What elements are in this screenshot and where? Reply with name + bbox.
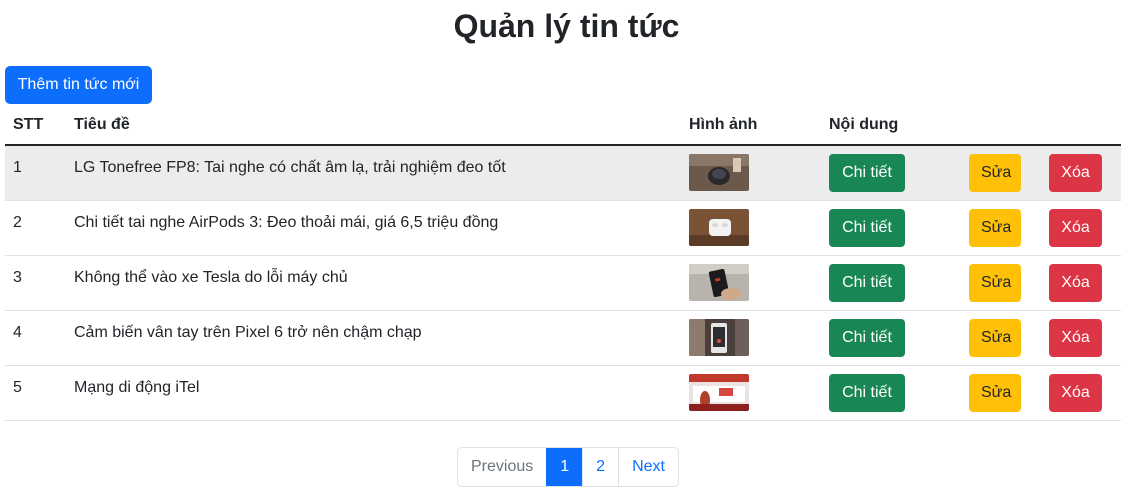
table-row: 4 Cảm biến vân tay trên Pixel 6 trở nên … xyxy=(5,310,1121,366)
pagination: Previous 1 2 Next xyxy=(457,447,679,487)
row-stt: 1 xyxy=(13,159,22,176)
detail-button[interactable]: Chi tiết xyxy=(829,374,905,412)
news-table: STT Tiêu đề Hình ảnh Nội dung 1 LG Tonef… xyxy=(5,106,1121,421)
column-header-content: Nội dung xyxy=(821,106,961,146)
edit-button[interactable]: Sửa xyxy=(969,209,1021,247)
table-row: 1 LG Tonefree FP8: Tai nghe có chất âm l… xyxy=(5,145,1121,201)
column-header-delete xyxy=(1041,106,1121,146)
detail-button[interactable]: Chi tiết xyxy=(829,264,905,302)
delete-button[interactable]: Xóa xyxy=(1049,209,1102,247)
row-stt: 5 xyxy=(13,379,22,396)
itel-event-thumbnail xyxy=(689,374,749,411)
column-header-edit xyxy=(961,106,1041,146)
edit-button[interactable]: Sửa xyxy=(969,264,1021,302)
detail-button[interactable]: Chi tiết xyxy=(829,154,905,192)
previous-page-button[interactable]: Previous xyxy=(458,448,546,486)
column-header-image: Hình ảnh xyxy=(681,106,821,146)
edit-button[interactable]: Sửa xyxy=(969,374,1021,412)
delete-button[interactable]: Xóa xyxy=(1049,319,1102,357)
detail-button[interactable]: Chi tiết xyxy=(829,209,905,247)
delete-button[interactable]: Xóa xyxy=(1049,374,1102,412)
phone-hand-thumbnail xyxy=(689,264,749,301)
add-news-button[interactable]: Thêm tin tức mới xyxy=(5,66,152,104)
row-stt: 3 xyxy=(13,269,22,286)
page-2-button[interactable]: 2 xyxy=(582,448,618,486)
page-title: Quản lý tin tức xyxy=(453,8,680,44)
row-title: Không thể vào xe Tesla do lỗi máy chủ xyxy=(74,269,348,286)
delete-button[interactable]: Xóa xyxy=(1049,154,1102,192)
column-header-title: Tiêu đề xyxy=(66,106,681,146)
earbuds-case-thumbnail xyxy=(689,154,749,191)
page-1-button[interactable]: 1 xyxy=(546,448,583,486)
next-page-button[interactable]: Next xyxy=(618,448,678,486)
table-row: 2 Chi tiết tai nghe AirPods 3: Đeo thoải… xyxy=(5,200,1121,256)
detail-button[interactable]: Chi tiết xyxy=(829,319,905,357)
delete-button[interactable]: Xóa xyxy=(1049,264,1102,302)
row-title: LG Tonefree FP8: Tai nghe có chất âm lạ,… xyxy=(74,159,506,176)
row-stt: 4 xyxy=(13,324,22,341)
pixel-phone-thumbnail xyxy=(689,319,749,356)
row-title: Chi tiết tai nghe AirPods 3: Đeo thoải m… xyxy=(74,214,499,231)
edit-button[interactable]: Sửa xyxy=(969,154,1021,192)
table-row: 3 Không thể vào xe Tesla do lỗi máy chủ … xyxy=(5,255,1121,311)
row-stt: 2 xyxy=(13,214,22,231)
edit-button[interactable]: Sửa xyxy=(969,319,1021,357)
table-header-row: STT Tiêu đề Hình ảnh Nội dung xyxy=(5,106,1121,146)
airpods-thumbnail xyxy=(689,209,749,246)
row-title: Mạng di động iTel xyxy=(74,379,200,396)
table-row: 5 Mạng di động iTel Chi tiết Sửa Xóa xyxy=(5,365,1121,421)
column-header-stt: STT xyxy=(5,106,66,146)
row-title: Cảm biến vân tay trên Pixel 6 trở nên ch… xyxy=(74,324,422,341)
